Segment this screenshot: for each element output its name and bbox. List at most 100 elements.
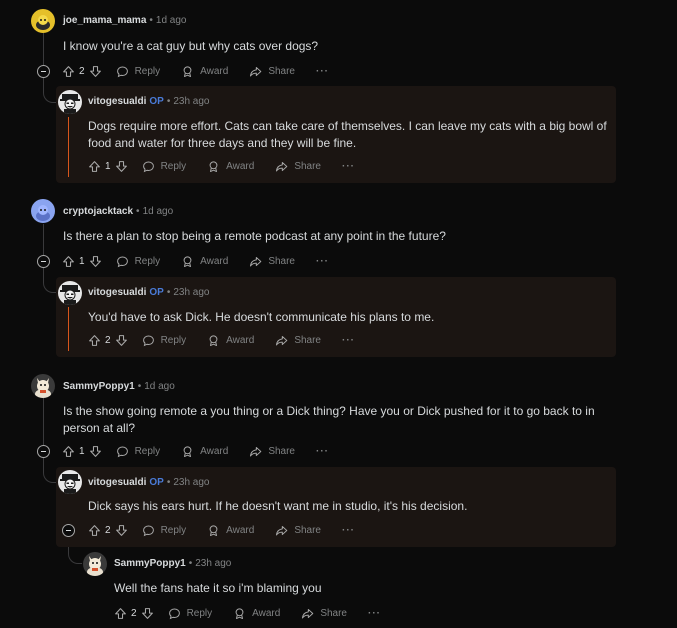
- username[interactable]: joe_mama_mama: [63, 15, 146, 26]
- more-options-button[interactable]: ···: [342, 525, 355, 536]
- avatar[interactable]: [58, 281, 82, 305]
- more-options-button[interactable]: ···: [342, 161, 355, 172]
- share-icon: [301, 607, 314, 620]
- share-button[interactable]: Share: [275, 524, 321, 537]
- username[interactable]: vitogesualdi: [88, 96, 146, 107]
- award-icon: [233, 607, 246, 620]
- collapse-thread-button[interactable]: [62, 524, 75, 537]
- username[interactable]: vitogesualdi: [88, 477, 146, 488]
- downvote-icon[interactable]: [115, 160, 128, 173]
- share-icon: [249, 255, 262, 268]
- reply-button[interactable]: Reply: [116, 65, 160, 78]
- username[interactable]: SammyPoppy1: [63, 381, 135, 392]
- award-button[interactable]: Award: [207, 160, 254, 173]
- vote-count: 1: [79, 445, 85, 457]
- award-label: Award: [252, 607, 281, 619]
- downvote-icon[interactable]: [115, 334, 128, 347]
- vote-count: 2: [131, 607, 137, 619]
- award-button[interactable]: Award: [181, 255, 228, 268]
- vote-count: 2: [79, 65, 85, 77]
- award-button[interactable]: Award: [181, 65, 228, 78]
- share-label: Share: [268, 255, 295, 267]
- upvote-icon[interactable]: [88, 334, 101, 347]
- username[interactable]: vitogesualdi: [88, 287, 146, 298]
- award-label: Award: [200, 65, 229, 77]
- reply-button[interactable]: Reply: [116, 255, 161, 268]
- downvote-icon[interactable]: [89, 65, 102, 78]
- timestamp[interactable]: 1d ago: [144, 381, 175, 392]
- username[interactable]: cryptojacktack: [63, 206, 133, 217]
- timestamp[interactable]: 1d ago: [156, 15, 187, 26]
- more-options-button[interactable]: ···: [316, 256, 329, 267]
- comment-actions: 1 Reply Award Share ···: [88, 158, 376, 174]
- comment-actions: 2 Reply Award Share ···: [114, 605, 402, 621]
- collapse-thread-button[interactable]: [37, 255, 50, 268]
- share-icon: [249, 445, 262, 458]
- avatar[interactable]: [31, 374, 55, 398]
- timestamp[interactable]: 23h ago: [173, 96, 209, 107]
- share-icon: [275, 334, 288, 347]
- share-button[interactable]: Share: [249, 445, 295, 458]
- avatar[interactable]: [58, 470, 82, 494]
- avatar-portrait-icon: [58, 470, 82, 494]
- vote-control: 2: [88, 334, 128, 347]
- separator-dot: •: [166, 477, 171, 488]
- avatar[interactable]: [58, 90, 82, 114]
- username[interactable]: SammyPoppy1: [114, 558, 186, 569]
- comment-actions: 1 Reply Award Share ···: [62, 443, 350, 459]
- reply-button[interactable]: Reply: [142, 524, 186, 537]
- upvote-icon[interactable]: [88, 524, 101, 537]
- avatar[interactable]: [31, 9, 55, 33]
- downvote-icon[interactable]: [89, 445, 102, 458]
- share-button[interactable]: Share: [249, 65, 295, 78]
- reply-button[interactable]: Reply: [168, 607, 212, 620]
- reply-button[interactable]: Reply: [116, 445, 160, 458]
- vote-control: 1: [62, 445, 102, 458]
- downvote-icon[interactable]: [141, 607, 154, 620]
- award-button[interactable]: Award: [233, 607, 280, 620]
- highlight-thread-line: [68, 117, 69, 177]
- upvote-icon[interactable]: [62, 255, 75, 268]
- comment-text: Is there a plan to stop being a remote p…: [63, 229, 446, 243]
- award-label: Award: [200, 445, 229, 457]
- downvote-icon[interactable]: [115, 524, 128, 537]
- reply-button[interactable]: Reply: [142, 334, 186, 347]
- comment-actions: 1 Reply Award Share ···: [62, 253, 350, 269]
- more-options-button[interactable]: ···: [316, 446, 329, 457]
- upvote-icon[interactable]: [62, 445, 75, 458]
- upvote-icon[interactable]: [62, 65, 75, 78]
- timestamp[interactable]: 23h ago: [173, 287, 209, 298]
- timestamp[interactable]: 1d ago: [143, 206, 174, 217]
- reply-icon: [116, 255, 129, 268]
- avatar[interactable]: [31, 199, 55, 223]
- upvote-icon[interactable]: [114, 607, 127, 620]
- avatar-dog-icon: [31, 374, 55, 398]
- reply-label: Reply: [134, 255, 161, 267]
- award-icon: [207, 334, 220, 347]
- award-button[interactable]: Award: [207, 524, 254, 537]
- upvote-icon[interactable]: [88, 160, 101, 173]
- reply-icon: [116, 65, 129, 78]
- reply-button[interactable]: Reply: [142, 160, 187, 173]
- reply-icon: [168, 607, 181, 620]
- share-button[interactable]: Share: [275, 160, 321, 173]
- comment-text: Dick says his ears hurt. If he doesn't w…: [88, 499, 468, 513]
- award-button[interactable]: Award: [207, 334, 254, 347]
- share-button[interactable]: Share: [249, 255, 295, 268]
- collapse-thread-button[interactable]: [37, 445, 50, 458]
- comment-text: I know you're a cat guy but why cats ove…: [63, 39, 319, 53]
- share-button[interactable]: Share: [301, 607, 347, 620]
- more-options-button[interactable]: ···: [316, 66, 329, 77]
- share-button[interactable]: Share: [275, 334, 321, 347]
- reply-label: Reply: [160, 160, 187, 172]
- timestamp[interactable]: 23h ago: [173, 477, 209, 488]
- more-options-button[interactable]: ···: [368, 608, 381, 619]
- award-button[interactable]: Award: [181, 445, 228, 458]
- award-icon: [181, 445, 194, 458]
- timestamp[interactable]: 23h ago: [195, 558, 231, 569]
- downvote-icon[interactable]: [89, 255, 102, 268]
- avatar[interactable]: [83, 552, 107, 576]
- vote-control: 1: [88, 160, 128, 173]
- collapse-thread-button[interactable]: [37, 65, 50, 78]
- more-options-button[interactable]: ···: [342, 335, 355, 346]
